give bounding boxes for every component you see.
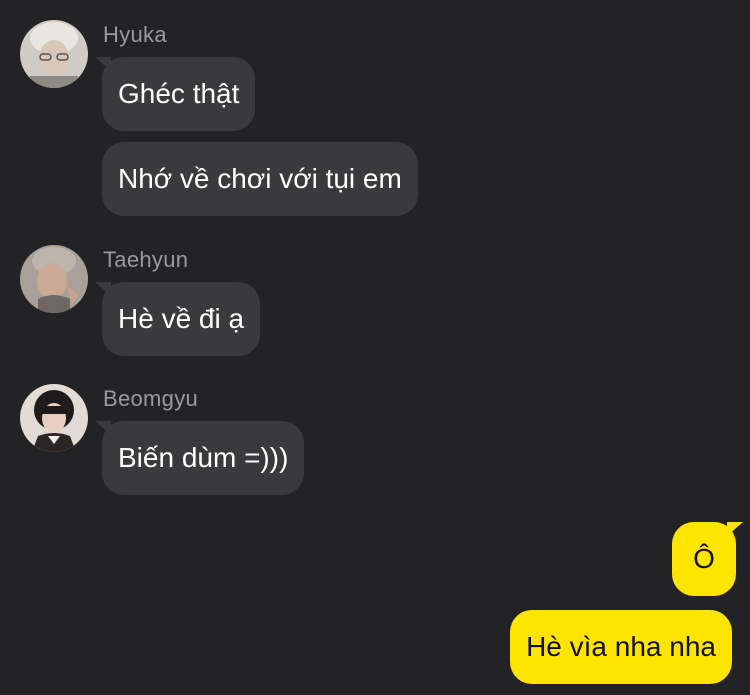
profile-photo-icon — [20, 384, 88, 452]
message-bubble[interactable]: Ghéc thật — [102, 57, 256, 131]
avatar-beomgyu[interactable] — [20, 384, 88, 452]
chat-thread[interactable]: Hyuka Ghéc thật Nhớ về chơi với tụi em T… — [0, 0, 750, 695]
sender-name-beomgyu: Beomgyu — [103, 386, 199, 411]
sender-name-hyuka: Hyuka — [103, 22, 167, 47]
avatar-taehyun[interactable] — [20, 245, 88, 313]
message-bubble[interactable]: Biến dùm =))) — [102, 421, 305, 495]
message-bubble[interactable]: Hè về đi ạ — [102, 282, 261, 356]
my-message-bubble[interactable]: Hè vìa nha nha — [510, 610, 732, 684]
my-message-bubble[interactable]: Ô — [672, 522, 736, 596]
profile-photo-icon — [20, 245, 88, 313]
profile-photo-icon — [20, 20, 88, 88]
sender-name-taehyun: Taehyun — [103, 247, 189, 272]
message-bubble[interactable]: Nhớ về chơi với tụi em — [102, 142, 418, 216]
avatar-hyuka[interactable] — [20, 20, 88, 88]
